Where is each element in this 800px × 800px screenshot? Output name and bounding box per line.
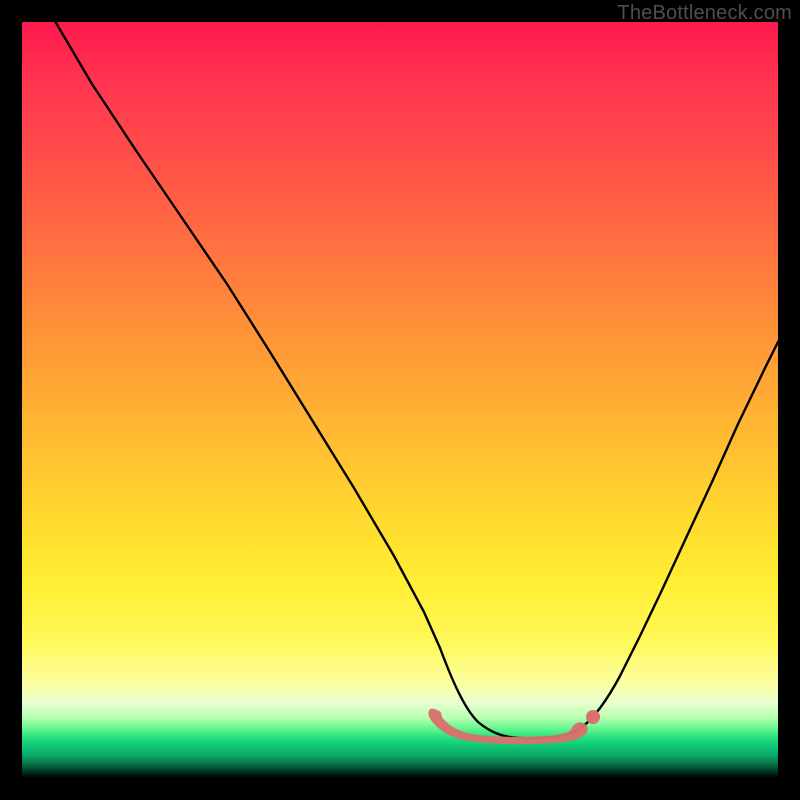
plot-area xyxy=(22,22,778,778)
curve-path xyxy=(52,16,780,738)
highlight-end-dot xyxy=(586,710,600,724)
watermark-text: TheBottleneck.com xyxy=(617,2,792,25)
chart-frame: TheBottleneck.com xyxy=(0,0,800,800)
optimal-zone-highlight xyxy=(429,709,587,743)
bottleneck-curve xyxy=(22,22,778,778)
